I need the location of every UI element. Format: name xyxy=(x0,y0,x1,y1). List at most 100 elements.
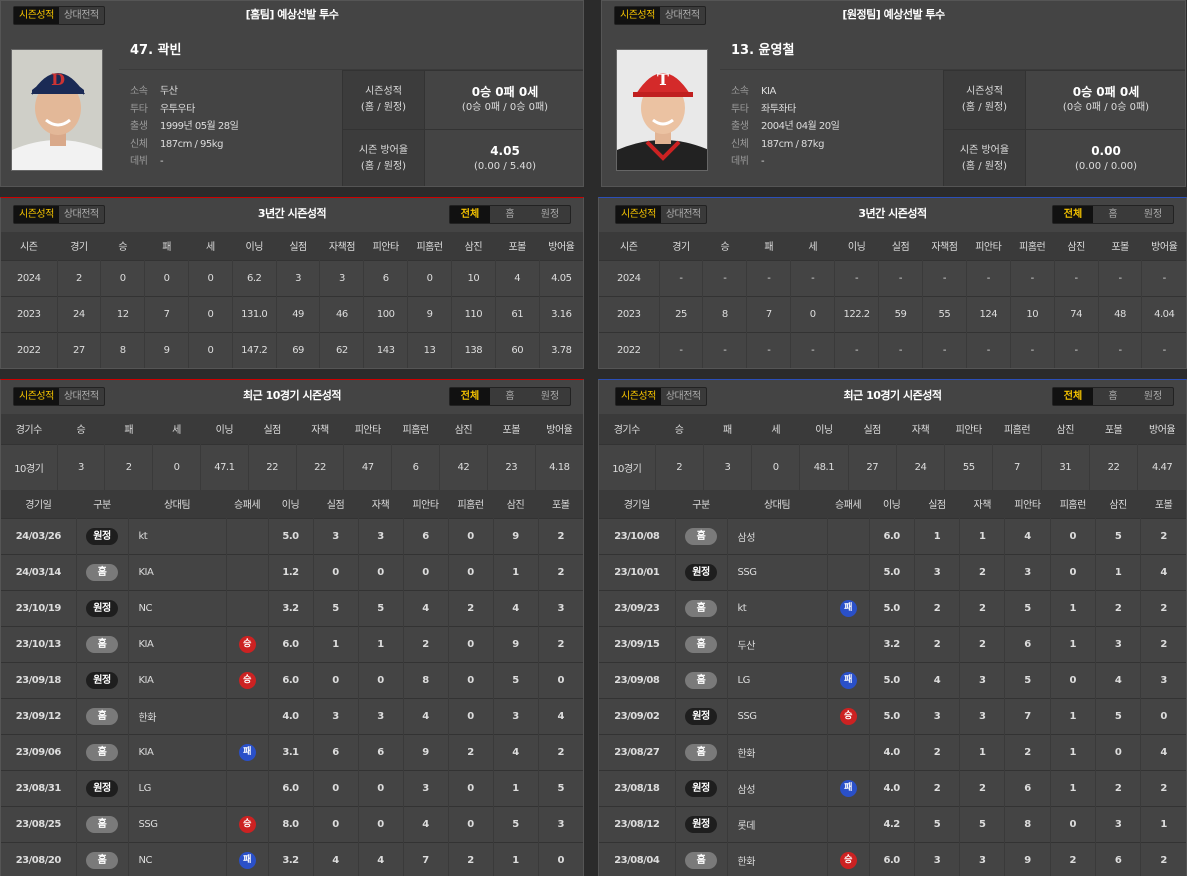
game-cell: 5.0 xyxy=(268,517,314,554)
game-cell: 4.0 xyxy=(869,769,915,806)
recent-header-cell: 경기수 xyxy=(599,414,656,444)
recent-cell: 22 xyxy=(296,443,345,490)
home-pitcher-profile-panel: 시즌성적 상대전적 [홈팀] 예상선발 투수 D 47. 곽빈 소속 두산 투타 우… xyxy=(0,0,584,187)
game-cell: 3.2 xyxy=(268,589,314,626)
game-cell: 홈 xyxy=(675,589,728,626)
label-birth: 출생 xyxy=(731,121,749,132)
game-header-cell: 피홈런 xyxy=(448,490,494,518)
three-year-table: 시즌 경기 승 패 세 이닝 실점 자책점 피안타 피홈런 삼진 포볼 방어율 2024- - - - - - - -… xyxy=(599,232,1186,368)
label-hand: 투타 xyxy=(130,103,148,115)
season-cell: 3 xyxy=(319,259,365,296)
season-cell: - xyxy=(790,259,836,296)
filter-home[interactable]: 홈 xyxy=(1093,388,1133,405)
season-record-sublabel: (홈 / 원정) xyxy=(961,102,1008,113)
home-away-badge: 홈 xyxy=(86,707,118,725)
home-away-badge: 홈 xyxy=(685,527,717,545)
season-cell: - xyxy=(702,259,748,296)
game-cell: 4 xyxy=(403,589,449,626)
game-cell: 2 xyxy=(1004,733,1051,770)
game-cell: 한화 xyxy=(128,697,227,734)
game-cell: 홈 xyxy=(76,733,129,770)
season-cell: - xyxy=(1010,259,1055,296)
filter-home[interactable]: 홈 xyxy=(490,206,530,223)
season-header-cell: 피홈런 xyxy=(1010,232,1055,260)
home-three-year-panel: 시즌성적 상대전적 3년간 시즌성적 전체 홈 원정 시즌 경기 승 패 세 이닝 실점 자책… xyxy=(0,197,584,369)
season-row: 2024- - - - - - - - - - - - xyxy=(599,259,1186,296)
game-cell: 원정 xyxy=(675,697,728,734)
game-cell: 4.0 xyxy=(268,697,314,734)
season-cell: - xyxy=(966,331,1011,368)
recent-cell: 3 xyxy=(703,443,753,490)
game-cell: LG xyxy=(128,769,227,806)
recent-cell: 10경기 xyxy=(1,443,58,490)
game-cell: 0 xyxy=(358,769,404,806)
game-cell: 5 xyxy=(959,805,1006,842)
game-cell: 6 xyxy=(1004,625,1051,662)
game-cell: 4 xyxy=(1095,661,1142,698)
filter-all[interactable]: 전체 xyxy=(1053,388,1093,405)
filter-away[interactable]: 원정 xyxy=(1133,206,1173,223)
game-cell: 0 xyxy=(1050,553,1096,590)
season-row: 2023 24 12 7 0 131.0 49 46 100 9 110 61 3.16 xyxy=(1,295,583,332)
game-cell: 원정 xyxy=(76,589,129,626)
game-cell: 롯데 xyxy=(727,805,828,842)
game-cell: 2 xyxy=(914,589,961,626)
game-cell: 4 xyxy=(538,697,583,734)
game-cell: 2 xyxy=(959,589,1006,626)
game-cell: 삼성 xyxy=(727,517,828,554)
game-cell: 6.0 xyxy=(268,769,314,806)
game-header-cell: 상대팀 xyxy=(128,490,227,518)
season-cell: - xyxy=(659,259,704,296)
recent-cell: 22 xyxy=(248,443,297,490)
game-cell: 0 xyxy=(1050,805,1096,842)
game-cell xyxy=(226,697,269,734)
filter-away[interactable]: 원정 xyxy=(530,206,570,223)
game-cell: 1 xyxy=(493,553,539,590)
season-header-cell: 자책점 xyxy=(922,232,967,260)
game-cell: 2 xyxy=(448,589,494,626)
season-header-cell: 방어율 xyxy=(539,232,583,260)
game-header-cell: 실점 xyxy=(313,490,359,518)
filter-all[interactable]: 전체 xyxy=(1053,206,1093,223)
filter-home[interactable]: 홈 xyxy=(1093,206,1133,223)
game-header-cell: 자책 xyxy=(358,490,404,518)
filter-away[interactable]: 원정 xyxy=(530,388,570,405)
season-cell: - xyxy=(1098,259,1143,296)
game-cell: 6.0 xyxy=(268,661,314,698)
game-cell: 5.0 xyxy=(869,661,915,698)
game-row: 23/09/06 홈 KIA 패 3.1 6 6 9 2 4 2 xyxy=(1,733,583,770)
player-photo-icon: T xyxy=(617,50,707,170)
game-cell xyxy=(827,805,870,842)
home-away-badge: 홈 xyxy=(685,635,717,653)
game-cell: 두산 xyxy=(727,625,828,662)
game-cell: 0 xyxy=(538,661,583,698)
filter-home[interactable]: 홈 xyxy=(490,388,530,405)
game-cell: 0 xyxy=(448,661,494,698)
season-cell: 49 xyxy=(276,295,321,332)
home-away-badge: 원정 xyxy=(86,599,118,617)
away-pitcher-profile-panel: 시즌성적 상대전적 [원정팀] 예상선발 투수 T 13. 윤영철 소속 KIA … xyxy=(601,0,1186,187)
filter-away[interactable]: 원정 xyxy=(1133,388,1173,405)
filter-all[interactable]: 전체 xyxy=(450,206,490,223)
game-cell: 0 xyxy=(448,805,494,842)
game-cell: 5.0 xyxy=(869,553,915,590)
result-badge: 패 xyxy=(839,779,857,797)
game-cell: 2 xyxy=(959,553,1006,590)
label-debut: 데뷔 xyxy=(130,156,148,167)
game-cell: 3 xyxy=(358,697,404,734)
label-body: 신체 xyxy=(130,138,148,150)
game-cell: 23/10/19 xyxy=(1,589,77,626)
game-cell: 3 xyxy=(1004,553,1051,590)
cap-logo: T xyxy=(657,70,669,89)
season-cell: 2024 xyxy=(1,259,58,296)
game-cell: NC xyxy=(128,841,227,876)
label-debut: 데뷔 xyxy=(731,156,749,167)
season-cell: - xyxy=(659,331,704,368)
recent-cell: 48.1 xyxy=(799,443,849,490)
filter-all[interactable]: 전체 xyxy=(450,388,490,405)
season-cell: 59 xyxy=(878,295,923,332)
season-header-cell: 시즌 xyxy=(599,232,660,260)
player-birth: 1999년 05월 28일 xyxy=(160,121,239,132)
game-cell: 3.2 xyxy=(268,841,314,876)
season-header-cell: 이닝 xyxy=(834,232,880,260)
